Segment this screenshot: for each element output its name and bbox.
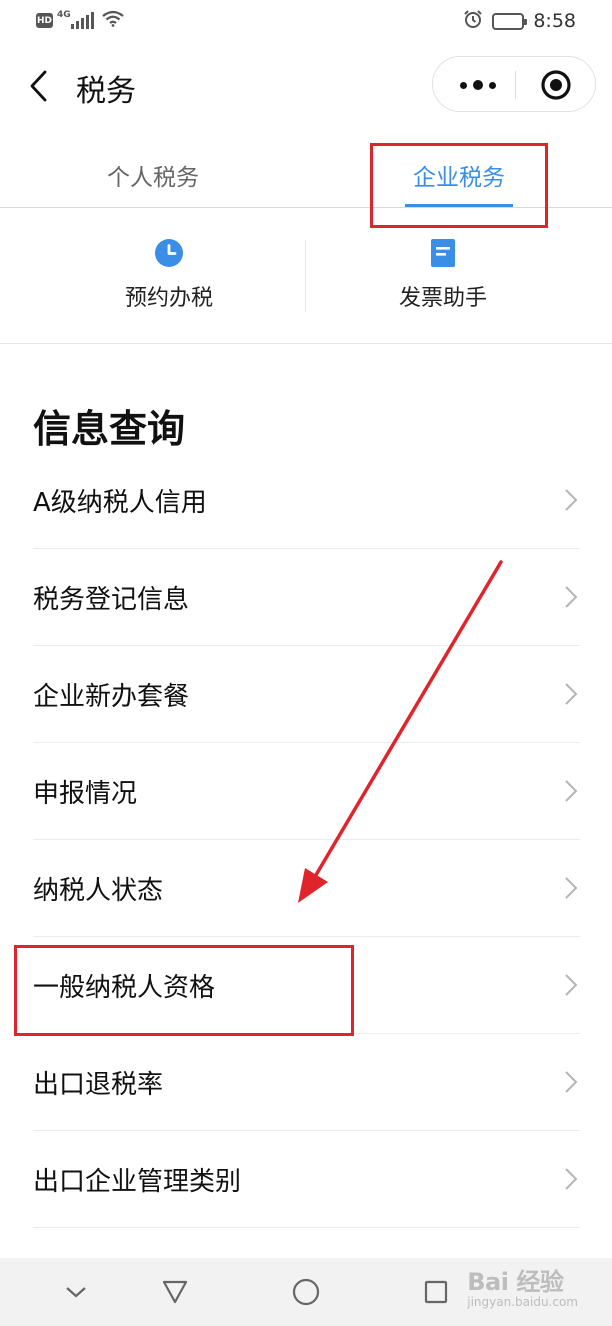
target-icon bbox=[541, 70, 571, 100]
list-item-label: 税务登记信息 bbox=[33, 585, 190, 615]
nav-bar: 税务 bbox=[0, 46, 612, 126]
tab-personal-tax[interactable]: 个人税务 bbox=[0, 126, 306, 208]
watermark-brand: Bai 经验 bbox=[467, 1268, 564, 1296]
recents-nav-button[interactable] bbox=[416, 1272, 456, 1312]
hide-nav-button[interactable] bbox=[56, 1272, 96, 1312]
info-query-list: A级纳税人信用 税务登记信息 企业新办套餐 申报情况 纳税人状态 一般纳税人资格… bbox=[33, 452, 580, 1228]
invoice-assistant-label: 发票助手 bbox=[398, 286, 487, 311]
list-item-label: A级纳税人信用 bbox=[33, 488, 207, 518]
list-item-export-rebate-rate[interactable]: 出口退税率 bbox=[33, 1034, 580, 1131]
document-icon bbox=[431, 239, 455, 267]
wifi-icon bbox=[101, 10, 124, 31]
more-button[interactable] bbox=[449, 65, 507, 105]
invoice-assistant-button[interactable]: 发票助手 bbox=[290, 238, 596, 312]
more-dot-center bbox=[473, 80, 483, 90]
more-dots-icon bbox=[460, 81, 467, 89]
chevron-right-icon bbox=[565, 780, 578, 802]
mini-program-capsule bbox=[432, 56, 596, 112]
appointment-tax-button[interactable]: 预约办税 bbox=[16, 238, 322, 312]
annotation-box-enterprise-tab bbox=[370, 143, 548, 228]
status-time: 8:58 bbox=[533, 10, 576, 32]
appointment-tax-label: 预约办税 bbox=[124, 286, 213, 311]
list-item-tax-registration[interactable]: 税务登记信息 bbox=[33, 549, 580, 646]
battery-icon bbox=[492, 12, 528, 30]
chevron-right-icon bbox=[565, 586, 578, 608]
network-type: 4G bbox=[57, 9, 71, 20]
signal-icon bbox=[70, 12, 94, 29]
annotation-box-general-taxpayer bbox=[14, 945, 354, 1036]
list-item-label: 纳税人状态 bbox=[33, 876, 164, 906]
chevron-right-icon bbox=[565, 974, 578, 996]
quick-services: 预约办税 发票助手 bbox=[0, 208, 612, 344]
close-mini-program-button[interactable] bbox=[529, 65, 583, 105]
alarm-icon bbox=[463, 9, 483, 33]
chevron-right-icon bbox=[565, 877, 578, 899]
page-title: 税务 bbox=[76, 74, 136, 109]
triangle-back-icon bbox=[162, 1280, 188, 1304]
watermark-url: jingyan.baidu.com bbox=[467, 1295, 578, 1309]
list-item-new-enterprise-package[interactable]: 企业新办套餐 bbox=[33, 646, 580, 743]
status-right: 8:58 bbox=[463, 9, 576, 33]
status-left: HD 4G bbox=[36, 10, 124, 31]
section-title: 信息查询 bbox=[33, 407, 186, 451]
chevron-left-icon bbox=[30, 70, 47, 102]
chevron-right-icon bbox=[565, 683, 578, 705]
list-item-declaration-status[interactable]: 申报情况 bbox=[33, 743, 580, 840]
list-item-label: 企业新办套餐 bbox=[33, 682, 190, 712]
list-item-label: 申报情况 bbox=[33, 779, 138, 809]
list-item-export-enterprise-category[interactable]: 出口企业管理类别 bbox=[33, 1131, 580, 1228]
home-circle-icon bbox=[292, 1278, 320, 1306]
more-dot-right bbox=[489, 81, 496, 89]
capsule-divider bbox=[515, 71, 516, 99]
chevron-right-icon bbox=[565, 1168, 578, 1190]
back-nav-button[interactable] bbox=[155, 1272, 195, 1312]
hd-badge: HD bbox=[36, 13, 53, 28]
watermark: Bai 经验 jingyan.baidu.com bbox=[467, 1262, 578, 1309]
chevron-down-icon bbox=[66, 1287, 86, 1298]
list-item-a-level-credit[interactable]: A级纳税人信用 bbox=[33, 452, 580, 549]
home-nav-button[interactable] bbox=[286, 1272, 326, 1312]
status-bar: HD 4G 8:58 bbox=[0, 0, 612, 46]
back-button[interactable] bbox=[22, 64, 56, 108]
square-recents-icon bbox=[424, 1280, 448, 1304]
list-item-label: 出口企业管理类别 bbox=[33, 1167, 242, 1197]
chevron-right-icon bbox=[565, 1071, 578, 1093]
list-item-taxpayer-status[interactable]: 纳税人状态 bbox=[33, 840, 580, 937]
list-item-label: 出口退税率 bbox=[33, 1070, 164, 1100]
chevron-right-icon bbox=[565, 489, 578, 511]
clock-icon bbox=[155, 239, 183, 267]
